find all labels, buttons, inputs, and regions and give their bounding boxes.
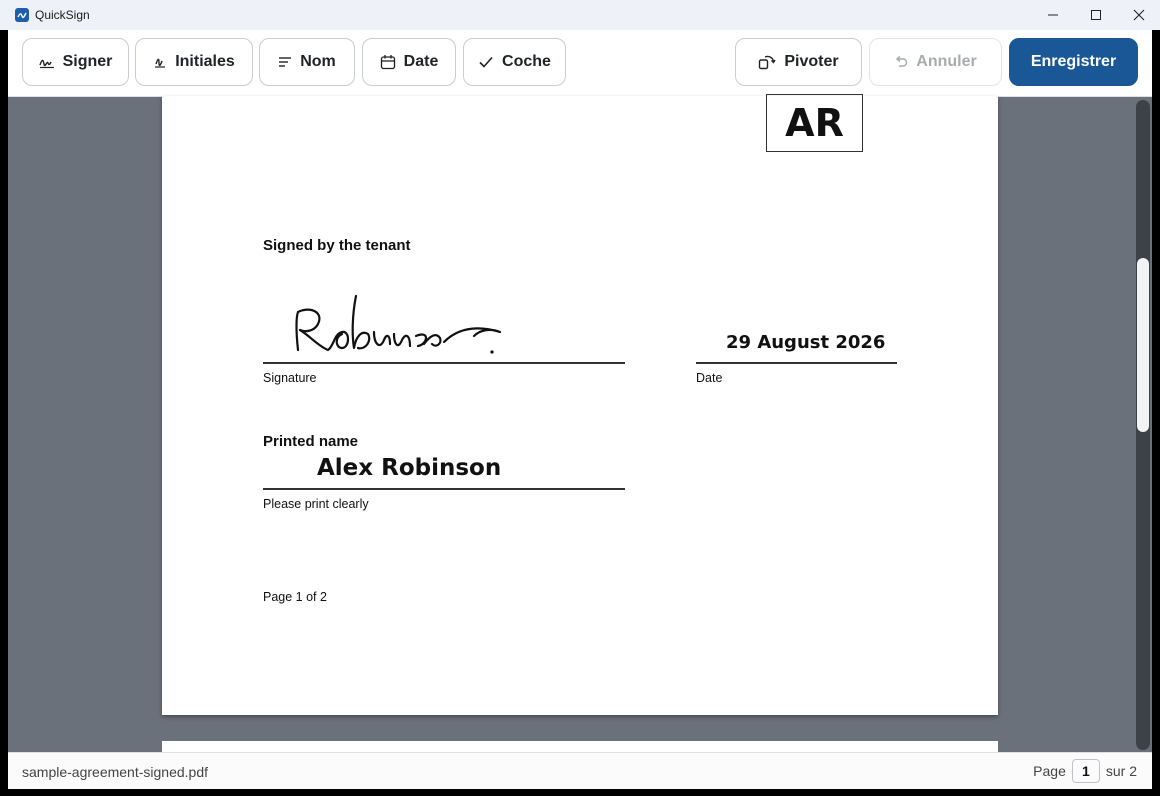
rotate-button[interactable]: Pivoter <box>735 38 862 86</box>
signature-caption: Signature <box>263 371 317 385</box>
date-label: Date <box>403 53 439 70</box>
signed-heading: Signed by the tenant <box>263 237 411 254</box>
name-label: Nom <box>300 53 336 70</box>
minimize-button[interactable] <box>1031 0 1074 30</box>
maximize-button[interactable] <box>1074 0 1117 30</box>
undo-button[interactable]: Annuler <box>869 38 1002 86</box>
printed-name-caption: Please print clearly <box>263 497 369 511</box>
check-button[interactable]: Coche <box>463 38 566 86</box>
initials-field[interactable]: AR <box>766 94 863 152</box>
printed-name-heading: Printed name <box>263 433 359 450</box>
page-label: Page <box>1033 763 1066 779</box>
signature-icon <box>38 59 54 69</box>
undo-icon <box>896 55 908 67</box>
printed-name-line <box>263 488 625 490</box>
date-line <box>696 362 897 364</box>
sign-button[interactable]: Signer <box>22 38 129 86</box>
date-button[interactable]: Date <box>362 38 456 86</box>
save-button[interactable]: Enregistrer <box>1009 38 1138 86</box>
checkmark-icon <box>479 56 493 68</box>
rotate-label: Pivoter <box>784 53 839 70</box>
toolbar: Signer Initiales Nom Date Coche Pivoter … <box>8 30 1152 97</box>
text-lines-icon <box>279 57 292 67</box>
status-bar: sample-agreement-signed.pdf Page 1 sur 2 <box>8 752 1152 789</box>
title-bar: QuickSign <box>0 0 1160 30</box>
page-number-input[interactable]: 1 <box>1071 759 1100 783</box>
window-controls <box>1031 0 1160 30</box>
page-total: sur 2 <box>1105 763 1137 779</box>
printed-name-field[interactable]: Alex Robinson <box>317 455 501 481</box>
minimize-icon <box>1047 14 1058 16</box>
app-window: Signer Initiales Nom Date Coche Pivoter … <box>8 30 1152 789</box>
date-field[interactable]: 29 August 2026 <box>726 332 885 353</box>
calendar-icon <box>380 55 395 70</box>
sign-label: Signer <box>62 53 113 70</box>
app-title: QuickSign <box>35 8 90 22</box>
scrollbar-thumb[interactable] <box>1137 258 1149 432</box>
initials-icon <box>155 58 166 68</box>
close-button[interactable] <box>1117 0 1160 30</box>
file-name: sample-agreement-signed.pdf <box>22 764 208 780</box>
signature-line <box>263 362 625 364</box>
document-page: AR Signed by the tenant Signature 29 Aug… <box>162 94 998 715</box>
check-label: Coche <box>502 53 551 70</box>
document-viewer[interactable]: AR Signed by the tenant Signature 29 Aug… <box>8 94 1152 761</box>
maximize-icon <box>1090 10 1101 20</box>
close-icon <box>1133 9 1144 21</box>
initials-label: Initiales <box>175 53 235 70</box>
save-label: Enregistrer <box>1030 53 1117 70</box>
undo-label: Annuler <box>916 53 977 70</box>
page-footer: Page 1 of 2 <box>263 590 327 604</box>
date-caption: Date <box>696 371 723 385</box>
initials-button[interactable]: Initiales <box>135 38 253 86</box>
rotate-icon <box>759 55 776 70</box>
page-indicator: Page 1 sur 2 <box>1033 759 1137 783</box>
name-button[interactable]: Nom <box>259 38 355 86</box>
app-logo-icon <box>15 8 29 22</box>
signature-image <box>295 294 502 354</box>
